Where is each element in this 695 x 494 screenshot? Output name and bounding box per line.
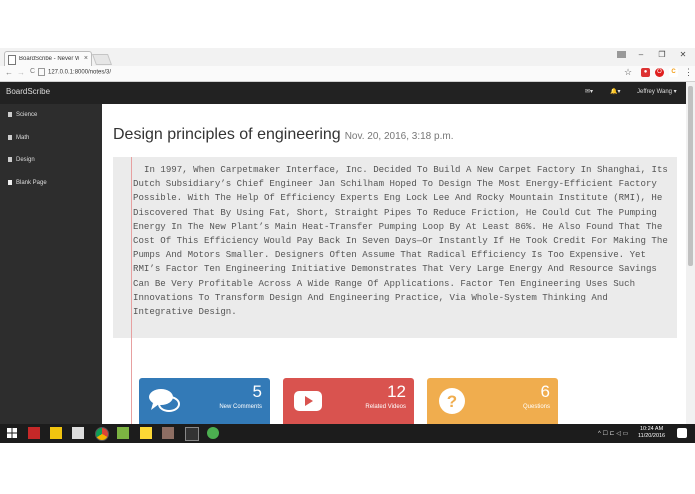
back-button[interactable]: ← <box>5 68 13 77</box>
page-info-icon <box>38 68 45 76</box>
book-icon <box>8 157 12 162</box>
app-icon[interactable] <box>117 427 129 439</box>
url-text: 127.0.0.1:8000/notes/3/ <box>48 69 112 76</box>
app-icon-2[interactable] <box>162 427 174 439</box>
browser-tab[interactable]: BoardScribe - Never Wri × <box>4 51 92 67</box>
notifications-dropdown-icon[interactable]: 🔔▾ <box>610 88 620 95</box>
questions-label: Questions <box>522 404 550 410</box>
notification-center-icon[interactable] <box>677 428 687 438</box>
close-window-button[interactable]: ✕ <box>676 50 690 59</box>
note-title: Design principles of engineering <box>113 126 341 143</box>
profile-icon[interactable] <box>617 51 626 58</box>
book-icon <box>8 112 12 117</box>
file-explorer-icon[interactable] <box>50 427 62 439</box>
note-body[interactable]: In 1997, When Carpetmaker Interface, Inc… <box>133 163 673 319</box>
forward-button[interactable]: → <box>17 68 25 77</box>
tab-title: BoardScribe - Never Wri <box>19 56 79 62</box>
address-bar[interactable]: 127.0.0.1:8000/notes/3/ <box>38 68 606 79</box>
sidebar: Science Math Design Blank Page <box>0 104 102 424</box>
comments-icon <box>149 389 180 412</box>
messages-dropdown-icon[interactable]: ✉▾ <box>585 88 593 95</box>
sidebar-item-math[interactable]: Math <box>8 135 29 141</box>
user-menu[interactable]: Jeffrey Wang ▾ <box>637 88 677 95</box>
youtube-play-icon <box>294 391 322 411</box>
chrome-icon[interactable] <box>95 427 109 441</box>
brand-logo[interactable]: BoardScribe <box>6 87 50 96</box>
videos-label: Related Videos <box>365 404 406 410</box>
windows-start-icon[interactable] <box>6 427 18 439</box>
book-icon <box>8 135 12 140</box>
file-icon <box>8 180 12 185</box>
system-tray[interactable]: ^ ☐ ⊏ ◁ ▭ <box>598 430 628 437</box>
extension-c-icon[interactable]: C <box>669 68 678 77</box>
questions-card[interactable]: ? 6 Questions <box>427 378 558 424</box>
clock-time: 10:24 AM <box>639 426 664 432</box>
margin-line <box>131 157 132 424</box>
sidebar-item-blank-page[interactable]: Blank Page <box>8 180 47 186</box>
bookmark-star-icon[interactable]: ☆ <box>624 67 632 78</box>
sidebar-item-label: Math <box>16 135 30 142</box>
reload-button[interactable]: C <box>30 68 35 75</box>
comments-label: New Comments <box>219 404 262 410</box>
extension-icon[interactable]: ● <box>641 68 650 77</box>
minimize-button[interactable]: – <box>634 50 648 59</box>
clock[interactable]: 10:24 AM 11/20/2016 <box>638 426 665 440</box>
comments-card[interactable]: 5 New Comments <box>139 378 270 424</box>
calendar-icon[interactable] <box>72 427 84 439</box>
note-date: Nov. 20, 2016, 3:18 p.m. <box>344 131 454 142</box>
app-icon-3[interactable] <box>207 427 219 439</box>
comments-count: 5 <box>252 382 262 401</box>
sidebar-item-label: Science <box>16 112 38 119</box>
tab-close-icon[interactable]: × <box>84 55 88 62</box>
question-icon: ? <box>439 388 465 414</box>
clock-date: 11/20/2016 <box>638 433 666 439</box>
opera-icon[interactable]: O <box>655 68 664 77</box>
page-icon <box>8 55 16 65</box>
page-title: Design principles of engineering Nov. 20,… <box>113 126 453 144</box>
acrobat-icon[interactable] <box>28 427 40 439</box>
videos-card[interactable]: 12 Related Videos <box>283 378 414 424</box>
videos-count: 12 <box>387 382 406 401</box>
sidebar-item-label: Design <box>16 157 35 164</box>
svg-text:?: ? <box>447 392 457 411</box>
browser-menu-icon[interactable]: ⋮ <box>684 67 693 78</box>
terminal-icon[interactable] <box>185 427 199 441</box>
restore-button[interactable]: ❐ <box>655 50 669 59</box>
sidebar-item-design[interactable]: Design <box>8 157 35 163</box>
sidebar-item-science[interactable]: Science <box>8 112 37 118</box>
questions-count: 6 <box>540 382 550 401</box>
scrollbar-thumb[interactable] <box>688 86 693 266</box>
sticky-notes-icon[interactable] <box>140 427 152 439</box>
sidebar-item-label: Blank Page <box>16 180 47 187</box>
